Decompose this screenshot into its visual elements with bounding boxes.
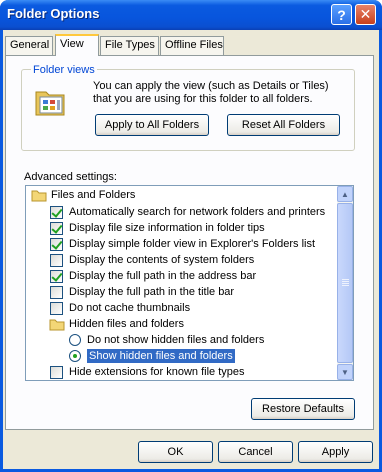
close-button[interactable]: ✕ (355, 4, 376, 25)
help-icon: ? (337, 6, 346, 23)
reset-all-folders-button[interactable]: Reset All Folders (227, 114, 340, 136)
list-item-label: Automatically search for network folders… (69, 206, 326, 218)
chevron-up-icon: ▲ (341, 189, 349, 199)
apply-to-all-folders-button[interactable]: Apply to All Folders (95, 114, 209, 136)
checkbox[interactable] (50, 285, 63, 299)
advanced-settings-list[interactable]: Files and Folders Automatically search f… (25, 185, 354, 381)
checkbox[interactable] (50, 237, 63, 251)
checkbox[interactable] (50, 221, 63, 235)
list-item-label: Hidden files and folders (69, 318, 184, 330)
option-show-hidden[interactable]: Show hidden files and folders (69, 348, 235, 364)
list-item-label: Hide extensions for known file types (69, 366, 245, 378)
checkbox[interactable] (50, 365, 63, 379)
vertical-scrollbar[interactable]: ▲ ▼ (337, 186, 353, 380)
tab-general[interactable]: General (5, 36, 53, 55)
option-file-size-tips[interactable]: Display file size information in folder … (50, 220, 265, 236)
list-item-label: Do not cache thumbnails (69, 302, 191, 314)
radio-button[interactable] (69, 334, 81, 346)
option-simple-folder-view[interactable]: Display simple folder view in Explorer's… (50, 236, 315, 252)
folder-views-icon (35, 91, 65, 116)
list-item-label: Display the full path in the title bar (69, 286, 235, 298)
title-bar[interactable]: Folder Options ? ✕ (0, 0, 382, 30)
option-do-not-show-hidden[interactable]: Do not show hidden files and folders (69, 332, 264, 348)
option-system-folder-contents[interactable]: Display the contents of system folders (50, 252, 254, 268)
checkbox[interactable] (50, 205, 63, 219)
help-button[interactable]: ? (331, 4, 352, 25)
chevron-down-icon: ▼ (341, 367, 349, 377)
tab-offline-files[interactable]: Offline Files (160, 36, 224, 55)
folder-icon (49, 319, 65, 330)
tree-node-hidden-files[interactable]: Hidden files and folders (49, 316, 184, 332)
tab-view[interactable]: View (55, 34, 99, 56)
radio-button[interactable] (69, 350, 81, 362)
window-title: Folder Options (7, 6, 100, 21)
list-item-label: Display the full path in the address bar (69, 270, 257, 282)
option-no-cache-thumbnails[interactable]: Do not cache thumbnails (50, 300, 190, 316)
scroll-up-button[interactable]: ▲ (337, 186, 353, 202)
folder-icon (31, 190, 47, 201)
list-item-label-selected: Show hidden files and folders (87, 349, 235, 363)
folder-views-description: You can apply the view (such as Details … (93, 80, 329, 105)
option-full-path-address-bar[interactable]: Display the full path in the address bar (50, 268, 256, 284)
advanced-settings-label: Advanced settings: (24, 171, 117, 183)
option-auto-search-network[interactable]: Automatically search for network folders… (50, 204, 325, 220)
cancel-button[interactable]: Cancel (218, 441, 293, 463)
list-item-label: Display the contents of system folders (69, 254, 255, 266)
option-full-path-title-bar[interactable]: Display the full path in the title bar (50, 284, 234, 300)
folder-views-title: Folder views (31, 64, 97, 76)
list-item-label: Display simple folder view in Explorer's… (69, 238, 316, 250)
ok-button[interactable]: OK (138, 441, 213, 463)
list-item-label: Do not show hidden files and folders (87, 334, 265, 346)
close-icon: ✕ (359, 6, 372, 22)
checkbox[interactable] (50, 253, 63, 267)
option-hide-extensions[interactable]: Hide extensions for known file types (50, 364, 244, 380)
list-item-label: Display file size information in folder … (69, 222, 265, 234)
list-item-label: Files and Folders (51, 189, 136, 201)
tree-node-files-and-folders[interactable]: Files and Folders (31, 187, 135, 203)
apply-button[interactable]: Apply (298, 441, 373, 463)
scroll-down-button[interactable]: ▼ (337, 364, 353, 380)
checkbox[interactable] (50, 301, 63, 315)
restore-defaults-button[interactable]: Restore Defaults (251, 398, 355, 420)
scroll-thumb[interactable] (337, 203, 353, 363)
checkbox[interactable] (50, 269, 63, 283)
tab-file-types[interactable]: File Types (100, 36, 159, 55)
